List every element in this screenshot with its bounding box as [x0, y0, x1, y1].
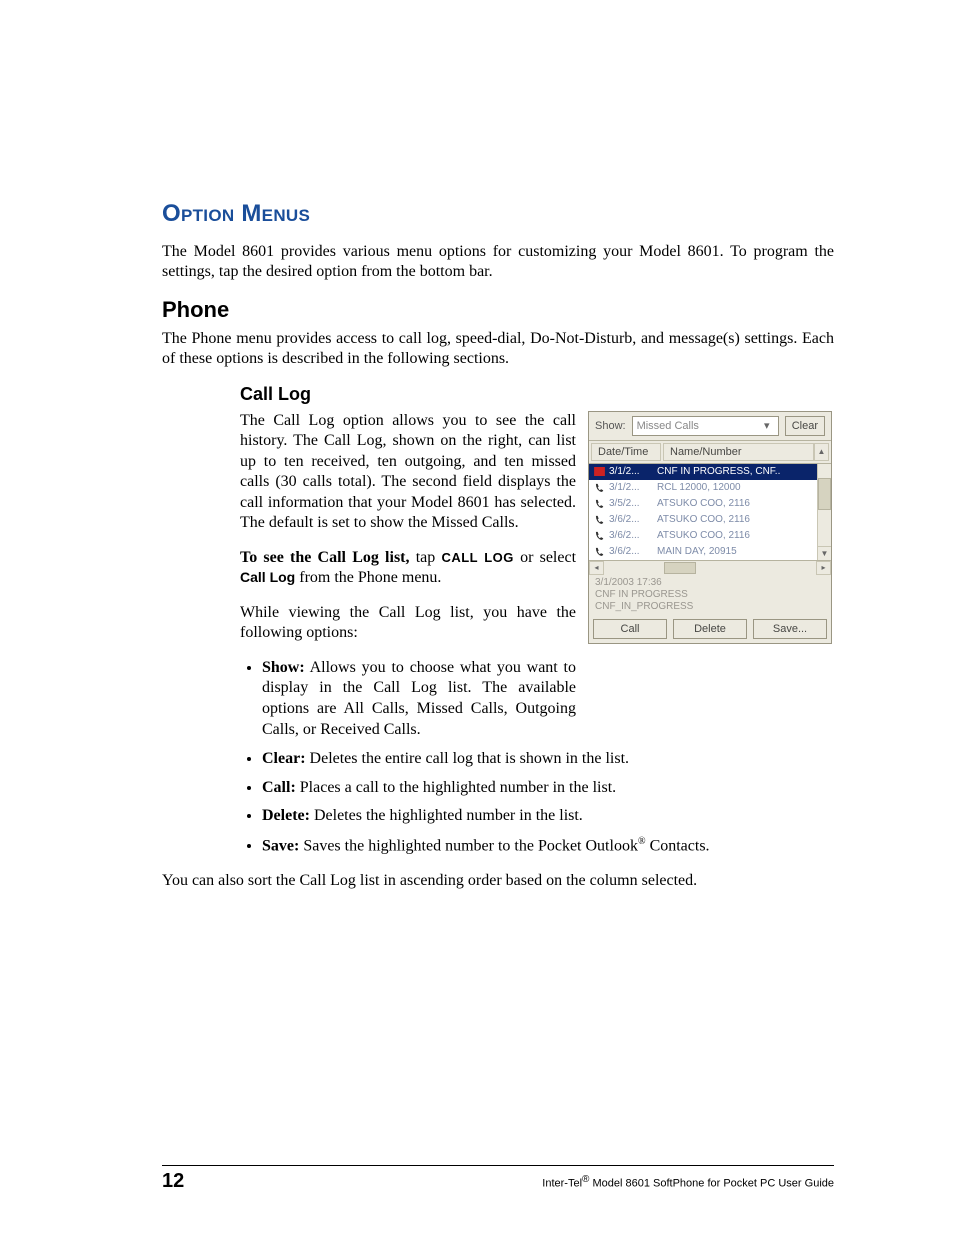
calllog-cmd-post1: or select	[514, 549, 576, 566]
list-item-date: 3/6/2...	[609, 546, 653, 557]
list-item-name: ATSUKO COO, 2116	[657, 498, 813, 509]
detail-line-2: CNF IN PROGRESS	[595, 589, 825, 601]
list-item-name: MAIN DAY, 20915	[657, 546, 813, 557]
column-header-name[interactable]: Name/Number	[663, 443, 814, 461]
column-header-date[interactable]: Date/Time	[591, 443, 661, 461]
show-dropdown[interactable]: Missed Calls ▾	[632, 416, 779, 436]
call-detail-panel: 3/1/2003 17:36 CNF IN PROGRESS CNF_IN_PR…	[589, 575, 831, 617]
delete-button[interactable]: Delete	[673, 619, 747, 639]
show-dropdown-value: Missed Calls	[637, 420, 699, 432]
scroll-up-icon[interactable]: ▲	[814, 443, 829, 461]
list-item[interactable]: 3/1/2... RCL 12000, 12000	[589, 480, 817, 496]
scroll-down-icon[interactable]: ▼	[818, 546, 831, 560]
bullet-show-text: Allows you to choose what you want to di…	[262, 659, 576, 738]
show-label: Show:	[595, 420, 626, 432]
page-footer: 12 Inter-Tel® Model 8601 SoftPhone for P…	[162, 1165, 834, 1193]
save-button[interactable]: Save...	[753, 619, 827, 639]
scrollbar-thumb[interactable]	[818, 478, 831, 510]
call-log-screenshot: Show: Missed Calls ▾ Clear Date/Time Nam…	[588, 411, 832, 644]
phone-icon	[593, 531, 605, 541]
calllog-cmd-pre: To see the Call Log list,	[240, 549, 410, 566]
horizontal-scrollbar[interactable]: ◂ ▸	[589, 560, 831, 575]
list-item-date: 3/1/2...	[609, 466, 653, 477]
bullet-clear-label: Clear:	[262, 750, 306, 767]
detail-line-3: CNF_IN_PROGRESS	[595, 601, 825, 613]
calllog-cmd-post2: from the Phone menu.	[295, 569, 441, 586]
list-item-date: 3/6/2...	[609, 530, 653, 541]
page-number: 12	[162, 1170, 184, 1193]
bullet-save-text-pre: Saves the highlighted number to the Pock…	[299, 837, 638, 854]
bullet-delete-label: Delete:	[262, 807, 310, 824]
list-item[interactable]: 3/5/2... ATSUKO COO, 2116	[589, 496, 817, 512]
calllog-cmd-mid: tap	[410, 549, 442, 566]
chevron-down-icon: ▾	[760, 419, 774, 433]
paragraph-sort-note: You can also sort the Call Log list in a…	[162, 871, 834, 891]
heading-option-menus: Option Menus	[162, 200, 834, 228]
paragraph-phone-intro: The Phone menu provides access to call l…	[162, 329, 834, 370]
call-log-list[interactable]: 3/1/2... CNF IN PROGRESS, CNF.. 3/1/2...…	[589, 464, 817, 560]
footer-title-post: Model 8601 SoftPhone for Pocket PC User …	[589, 1178, 834, 1190]
paragraph-calllog-3: While viewing the Call Log list, you hav…	[240, 603, 576, 644]
list-item-date: 3/5/2...	[609, 498, 653, 509]
list-item-date: 3/6/2...	[609, 514, 653, 525]
scroll-left-icon[interactable]: ◂	[589, 561, 604, 575]
list-item-name: CNF IN PROGRESS, CNF..	[657, 466, 813, 477]
missed-call-icon	[593, 467, 605, 477]
heading-phone: Phone	[162, 297, 834, 323]
calllog-cmd-bold: Call Log	[240, 569, 295, 585]
footer-doc-title: Inter-Tel® Model 8601 SoftPhone for Pock…	[184, 1174, 834, 1190]
detail-line-1: 3/1/2003 17:36	[595, 577, 825, 589]
bullet-save-label: Save:	[262, 837, 299, 854]
bullet-clear-text: Deletes the entire call log that is show…	[306, 750, 629, 767]
paragraph-calllog-1: The Call Log option allows you to see th…	[240, 411, 576, 534]
list-item-date: 3/1/2...	[609, 482, 653, 493]
bullet-save-text-post: Contacts.	[646, 837, 710, 854]
call-button[interactable]: Call	[593, 619, 667, 639]
clear-button[interactable]: Clear	[785, 416, 825, 436]
footer-title-pre: Inter-Tel	[542, 1178, 582, 1190]
phone-icon	[593, 499, 605, 509]
list-item[interactable]: 3/6/2... ATSUKO COO, 2116	[589, 512, 817, 528]
vertical-scrollbar[interactable]: ▼	[817, 464, 831, 560]
bullet-delete: Delete: Deletes the highlighted number i…	[262, 806, 834, 827]
list-item[interactable]: 3/6/2... MAIN DAY, 20915	[589, 544, 817, 560]
calllog-cmd-code: CALL LOG	[441, 550, 513, 565]
heading-call-log: Call Log	[240, 384, 834, 405]
scrollbar-thumb[interactable]	[664, 562, 696, 574]
list-item-name: ATSUKO COO, 2116	[657, 514, 813, 525]
scroll-right-icon[interactable]: ▸	[816, 561, 831, 575]
paragraph-intro: The Model 8601 provides various menu opt…	[162, 242, 834, 283]
list-item-name: RCL 12000, 12000	[657, 482, 813, 493]
list-item[interactable]: 3/1/2... CNF IN PROGRESS, CNF..	[589, 464, 817, 480]
bullet-call-label: Call:	[262, 779, 296, 796]
phone-icon	[593, 547, 605, 557]
list-item-name: ATSUKO COO, 2116	[657, 530, 813, 541]
bullet-show: Show: Allows you to choose what you want…	[262, 658, 576, 741]
bullet-clear: Clear: Deletes the entire call log that …	[262, 749, 834, 770]
bullet-show-label: Show:	[262, 659, 305, 676]
bullet-call: Call: Places a call to the highlighted n…	[262, 778, 834, 799]
bullet-delete-text: Deletes the highlighted number in the li…	[310, 807, 583, 824]
phone-icon	[593, 515, 605, 525]
phone-icon	[593, 483, 605, 493]
list-item[interactable]: 3/6/2... ATSUKO COO, 2116	[589, 528, 817, 544]
bullet-call-text: Places a call to the highlighted number …	[296, 779, 616, 796]
bullet-save: Save: Saves the highlighted number to th…	[262, 835, 834, 857]
registered-icon: ®	[638, 836, 646, 847]
paragraph-calllog-cmd: To see the Call Log list, tap CALL LOG o…	[240, 548, 576, 589]
